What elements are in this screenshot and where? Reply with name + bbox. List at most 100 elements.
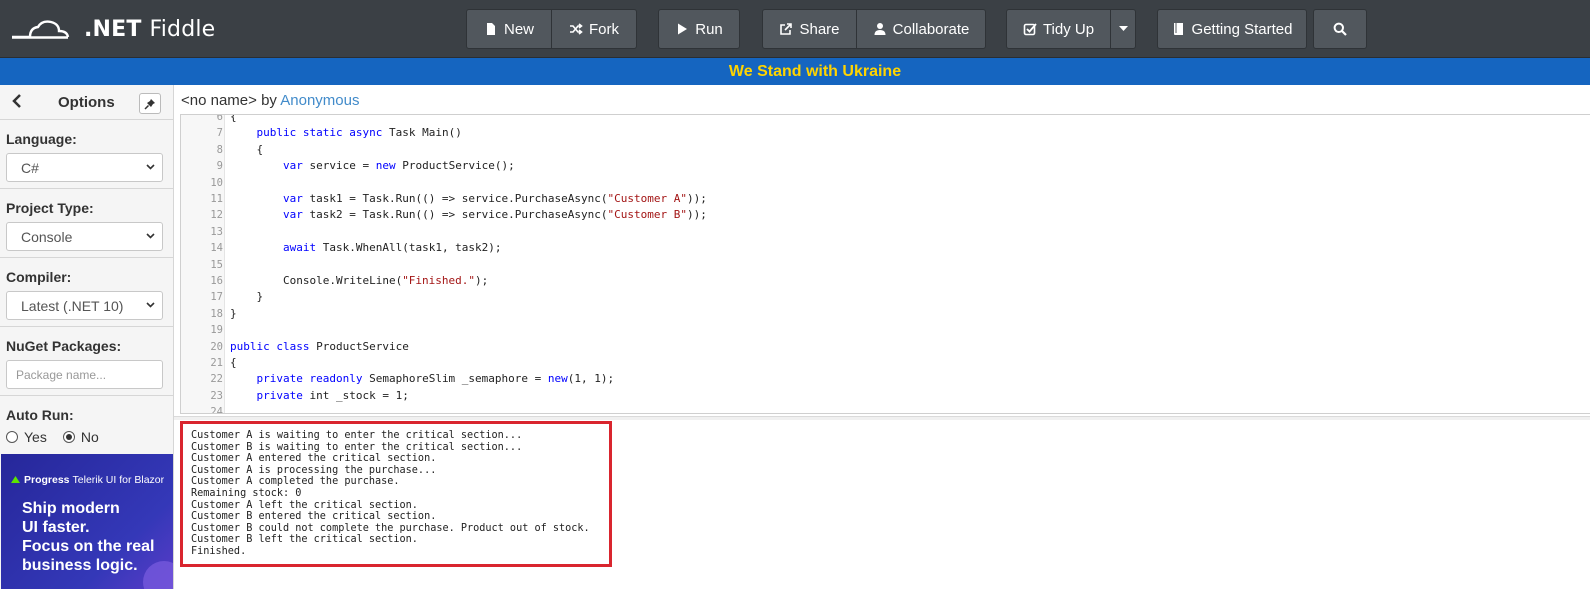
code-text[interactable]: var service = new ProductService(); bbox=[230, 158, 515, 174]
output-line: Customer A left the critical section. bbox=[191, 499, 418, 511]
auto-run-no-radio[interactable] bbox=[62, 431, 75, 443]
project-type-select[interactable]: Console bbox=[6, 222, 163, 251]
logo-text-light: Fiddle bbox=[149, 16, 216, 42]
code-token: } bbox=[230, 290, 264, 304]
code-text[interactable]: Console.WriteLine("Finished."); bbox=[230, 273, 488, 289]
book-icon bbox=[1173, 23, 1183, 35]
code-text[interactable]: { bbox=[230, 142, 263, 158]
code-text[interactable]: { bbox=[230, 355, 237, 371]
code-line[interactable]: 16 Console.WriteLine("Finished."); bbox=[181, 273, 1590, 289]
code-token: Task Main() bbox=[382, 126, 462, 140]
code-token: var bbox=[282, 159, 303, 173]
code-text[interactable]: var task2 = Task.Run(() => service.Purch… bbox=[230, 207, 707, 223]
code-token: } bbox=[230, 306, 237, 320]
line-number: 13 bbox=[210, 225, 223, 238]
code-token: await bbox=[282, 241, 317, 255]
code-editor[interactable]: 6{7 public static async Task Main() 8 {9 … bbox=[180, 114, 1590, 414]
nuget-package-input[interactable]: Package name... bbox=[6, 360, 163, 389]
line-number: 18 bbox=[210, 307, 223, 320]
code-text[interactable]: } bbox=[230, 306, 237, 322]
code-line[interactable]: 10 bbox=[181, 175, 1590, 191]
code-line[interactable]: 24 bbox=[181, 404, 1590, 413]
pin-button[interactable] bbox=[139, 93, 161, 114]
auto-run-yes-radio[interactable] bbox=[6, 431, 18, 443]
run-button-label: Run bbox=[695, 20, 723, 38]
logo[interactable]: .NET Fiddle bbox=[10, 12, 215, 46]
fiddle-author-link[interactable]: Anonymous bbox=[280, 92, 359, 109]
code-line[interactable]: 7 public static async Task Main() bbox=[181, 125, 1590, 141]
code-line[interactable]: 9 var service = new ProductService(); bbox=[181, 158, 1590, 174]
editor-output-splitter[interactable] bbox=[174, 416, 1590, 420]
tidy-up-button[interactable]: Tidy Up bbox=[1006, 9, 1111, 49]
code-text[interactable]: public static async Task Main() bbox=[230, 125, 462, 141]
code-line[interactable]: 13 bbox=[181, 224, 1590, 240]
code-line[interactable]: 19 bbox=[181, 322, 1590, 338]
language-select[interactable]: C# bbox=[6, 153, 163, 182]
tidy-up-button-label: Tidy Up bbox=[1042, 20, 1095, 38]
new-button[interactable]: New bbox=[466, 9, 552, 49]
fiddle-name[interactable]: <no name> bbox=[181, 92, 257, 109]
code-line[interactable]: 20 public class ProductService bbox=[181, 339, 1590, 355]
code-line[interactable]: 11 var task1 = Task.Run(() => service.Pu… bbox=[181, 191, 1590, 207]
auto-run-yes-label[interactable]: Yes bbox=[24, 429, 47, 445]
fork-button[interactable]: Fork bbox=[552, 9, 637, 49]
share-button[interactable]: Share bbox=[762, 9, 857, 49]
tidy-up-dropdown-button[interactable] bbox=[1111, 9, 1136, 49]
code-line[interactable]: 21 { bbox=[181, 355, 1590, 371]
code-line[interactable]: 12 var task2 = Task.Run(() => service.Pu… bbox=[181, 207, 1590, 223]
code-text[interactable]: public class ProductService bbox=[230, 339, 409, 355]
code-text[interactable]: await Task.WhenAll(task1, task2); bbox=[230, 240, 502, 256]
language-group: Language: C# bbox=[0, 120, 173, 189]
banner-text[interactable]: We Stand with Ukraine bbox=[729, 63, 901, 81]
code-token: )); bbox=[686, 192, 707, 205]
chevron-down-icon bbox=[146, 302, 155, 308]
code-token: task2 = Task.Run(() => service.PurchaseA… bbox=[302, 208, 608, 222]
code-line[interactable]: 22 private readonly SemaphoreSlim _semap… bbox=[181, 371, 1590, 387]
code-text[interactable]: { bbox=[230, 114, 237, 125]
run-button[interactable]: Run bbox=[658, 9, 740, 49]
getting-started-button[interactable]: Getting Started bbox=[1157, 9, 1307, 49]
code-text[interactable]: private readonly SemaphoreSlim _semaphor… bbox=[230, 371, 615, 387]
ad-headline-line: business logic. bbox=[22, 557, 138, 574]
getting-started-button-label: Getting Started bbox=[1191, 20, 1293, 38]
code-token: "Customer A" bbox=[607, 192, 687, 205]
code-line[interactable]: 23 private int _stock = 1; bbox=[181, 388, 1590, 404]
fiddle-title: <no name> by Anonymous bbox=[181, 92, 359, 109]
code-token: ProductService bbox=[309, 339, 409, 353]
code-line[interactable]: 17 } bbox=[181, 289, 1590, 305]
collaborate-button[interactable]: Collaborate bbox=[857, 9, 986, 49]
output-line: Customer A is processing the purchase... bbox=[191, 464, 437, 476]
auto-run-group: Auto Run: Yes No bbox=[0, 396, 173, 456]
code-line[interactable]: 6{ bbox=[181, 114, 1590, 125]
compiler-select[interactable]: Latest (.NET 10) bbox=[6, 291, 163, 320]
code-token: service = bbox=[302, 159, 376, 173]
project-type-value: Console bbox=[21, 229, 73, 245]
code-token: new bbox=[547, 372, 568, 386]
chevron-left-icon[interactable] bbox=[12, 94, 22, 108]
code-line[interactable]: 18} bbox=[181, 306, 1590, 322]
code-text[interactable]: private int _stock = 1; bbox=[230, 388, 409, 404]
chevron-down-icon bbox=[146, 233, 155, 239]
line-number: 15 bbox=[210, 258, 223, 271]
code-line[interactable]: 8 { bbox=[181, 142, 1590, 158]
code-line[interactable]: 14 await Task.WhenAll(task1, task2); bbox=[181, 240, 1590, 256]
ukraine-banner[interactable]: We Stand with Ukraine bbox=[0, 58, 1590, 85]
ad-brand: Progress Telerik UI for Blazor bbox=[10, 474, 164, 486]
auto-run-no-label[interactable]: No bbox=[81, 429, 99, 445]
advertisement-banner[interactable]: Progress Telerik UI for Blazor Ship mode… bbox=[1, 454, 173, 589]
code-text[interactable]: var task1 = Task.Run(() => service.Purch… bbox=[230, 191, 707, 207]
output-line: Customer B entered the critical section. bbox=[191, 511, 437, 523]
collaborate-button-label: Collaborate bbox=[892, 20, 970, 38]
cloud-icon bbox=[12, 20, 70, 39]
code-token: "Finished." bbox=[402, 274, 476, 287]
code-token: { bbox=[230, 114, 237, 123]
search-button[interactable] bbox=[1313, 9, 1367, 49]
output-line: Remaining stock: 0 bbox=[191, 487, 302, 499]
code-text[interactable]: } bbox=[230, 289, 263, 305]
code-line[interactable]: 15 bbox=[181, 257, 1590, 273]
code-token: Task.WhenAll(task1, task2); bbox=[316, 241, 502, 255]
file-icon bbox=[486, 23, 495, 35]
